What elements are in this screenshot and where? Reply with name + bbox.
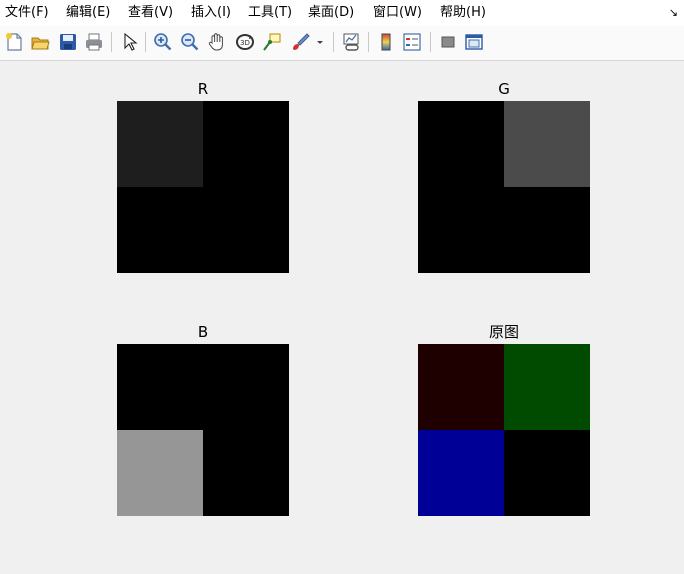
- print-icon[interactable]: [83, 31, 105, 53]
- menu-bar: 文件(F) 编辑(E) 查看(V) 插入(I) 工具(T) 桌面(D) 窗口(W…: [0, 0, 684, 26]
- menu-view[interactable]: 查看(V): [128, 4, 173, 22]
- brush-dropdown-icon[interactable]: [309, 31, 323, 53]
- svg-text:3D: 3D: [240, 39, 250, 47]
- menu-insert[interactable]: 插入(I): [191, 4, 231, 22]
- pan-hand-icon[interactable]: [206, 31, 228, 53]
- zoom-out-icon[interactable]: [179, 31, 201, 53]
- subplot-title-b: B: [197, 323, 209, 341]
- menu-edit[interactable]: 编辑(E): [66, 4, 110, 22]
- pixel-cell: [117, 430, 203, 516]
- menu-desktop[interactable]: 桌面(D): [308, 4, 354, 22]
- pixel-cell: [203, 187, 289, 273]
- toolbar-separator: [111, 32, 112, 52]
- pixel-cell: [117, 344, 203, 430]
- rotate-3d-icon[interactable]: 3D: [234, 31, 256, 53]
- subplot-title-g: G: [498, 80, 510, 98]
- menu-window[interactable]: 窗口(W): [373, 4, 422, 22]
- data-cursor-icon[interactable]: [261, 31, 283, 53]
- pixel-cell: [203, 430, 289, 516]
- figure-toolbar: 3D: [0, 26, 684, 61]
- open-file-icon[interactable]: [29, 31, 51, 53]
- image-axes-r[interactable]: [117, 101, 289, 273]
- pixel-cell: [418, 430, 504, 516]
- show-plot-tools-icon[interactable]: [463, 31, 485, 53]
- pixel-cell: [203, 101, 289, 187]
- menu-tools[interactable]: 工具(T): [248, 4, 292, 22]
- colorbar-icon[interactable]: [375, 31, 397, 53]
- zoom-in-icon[interactable]: [152, 31, 174, 53]
- brush-icon[interactable]: [289, 31, 311, 53]
- pixel-cell: [203, 344, 289, 430]
- menu-file[interactable]: 文件(F): [5, 4, 49, 22]
- select-arrow-icon[interactable]: [118, 31, 140, 53]
- new-figure-icon[interactable]: [3, 31, 25, 53]
- toolbar-separator: [333, 32, 334, 52]
- subplot-title-original: 原图: [488, 323, 519, 341]
- pixel-cell: [418, 101, 504, 187]
- toolbar-separator: [368, 32, 369, 52]
- hide-plot-tools-icon[interactable]: [437, 31, 459, 53]
- save-icon[interactable]: [57, 31, 79, 53]
- legend-icon[interactable]: [401, 31, 423, 53]
- link-plot-icon[interactable]: [340, 31, 362, 53]
- subplot-title-r: R: [197, 80, 209, 98]
- pixel-cell: [418, 344, 504, 430]
- pixel-cell: [504, 101, 590, 187]
- pixel-cell: [418, 187, 504, 273]
- pixel-cell: [117, 187, 203, 273]
- pixel-cell: [504, 344, 590, 430]
- image-axes-g[interactable]: [418, 101, 590, 273]
- pixel-cell: [504, 430, 590, 516]
- toolbar-separator: [430, 32, 431, 52]
- menu-help[interactable]: 帮助(H): [440, 4, 486, 22]
- pixel-cell: [117, 101, 203, 187]
- image-axes-b[interactable]: [117, 344, 289, 516]
- toolbar-separator: [145, 32, 146, 52]
- image-axes-original[interactable]: [418, 344, 590, 516]
- dock-arrow-icon[interactable]: ↘: [669, 6, 678, 20]
- pixel-cell: [504, 187, 590, 273]
